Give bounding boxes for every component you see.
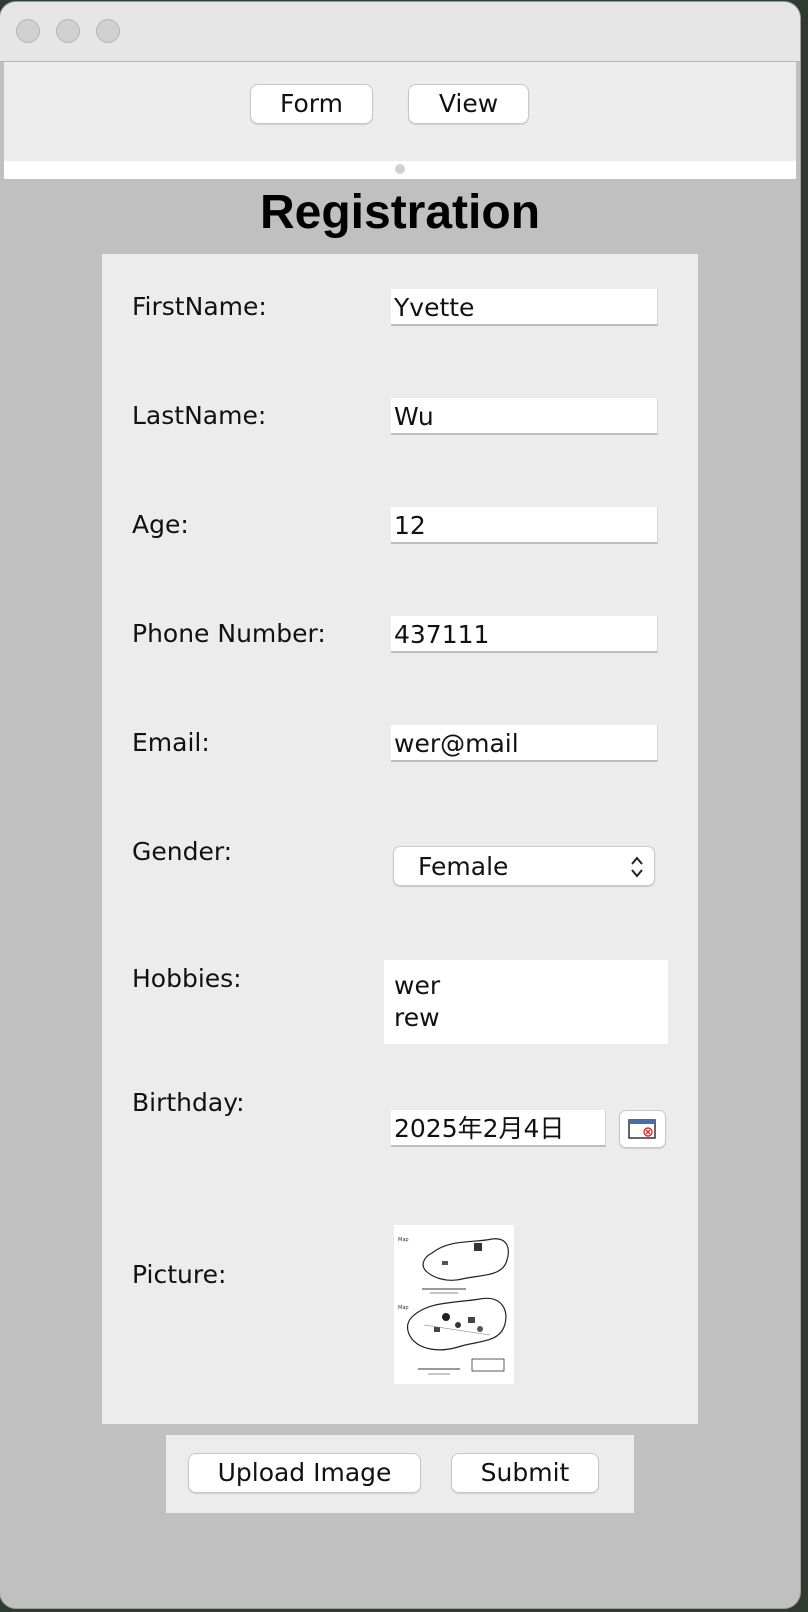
top-toolbar: Form View <box>4 62 796 161</box>
phone-field[interactable]: 437111 <box>391 616 658 653</box>
chevron-updown-icon <box>631 856 643 878</box>
action-bar: Upload Image Submit <box>166 1435 634 1513</box>
calendar-icon <box>628 1119 656 1139</box>
email-label: Email: <box>132 728 210 757</box>
gender-label: Gender: <box>132 837 233 866</box>
hobbies-label: Hobbies: <box>132 964 242 993</box>
phone-label: Phone Number: <box>132 619 326 648</box>
email-field[interactable]: wer@mail <box>391 725 658 762</box>
svg-text:Map: Map <box>398 1237 409 1243</box>
picture-preview: Map Map <box>394 1225 514 1384</box>
hobbies-line: wer <box>394 971 441 1000</box>
app-window: Form View Registration FirstName: Yvette… <box>0 2 800 1608</box>
gender-selected-value: Female <box>418 852 509 881</box>
hobbies-textarea[interactable]: wer rew <box>384 960 668 1044</box>
upload-image-button[interactable]: Upload Image <box>188 1453 421 1493</box>
hobbies-line: rew <box>394 1003 440 1032</box>
age-field[interactable]: 12 <box>391 507 658 544</box>
first-name-label: FirstName: <box>132 292 267 321</box>
submit-button[interactable]: Submit <box>451 1453 599 1493</box>
last-name-label: LastName: <box>132 401 267 430</box>
age-label: Age: <box>132 510 189 539</box>
form-panel: FirstName: Yvette LastName: Wu Age: 12 P… <box>102 254 698 1424</box>
view-button[interactable]: View <box>408 84 529 124</box>
last-name-field[interactable]: Wu <box>391 398 658 435</box>
birthday-field[interactable]: 2025年2月4日 <box>391 1110 606 1147</box>
first-name-field[interactable]: Yvette <box>391 289 658 326</box>
split-pane-divider[interactable] <box>4 161 796 179</box>
divider-grip <box>395 164 405 174</box>
form-button[interactable]: Form <box>250 84 373 124</box>
close-window-button[interactable] <box>16 19 40 43</box>
minimize-window-button[interactable] <box>56 19 80 43</box>
svg-text:Map: Map <box>398 1305 409 1311</box>
birthday-label: Birthday: <box>132 1088 245 1117</box>
gender-select[interactable]: Female <box>393 846 655 886</box>
zoom-window-button[interactable] <box>96 19 120 43</box>
page-title: Registration <box>259 186 541 239</box>
picture-label: Picture: <box>132 1260 227 1289</box>
calendar-button[interactable] <box>619 1110 666 1148</box>
map-thumbnail-image: Map Map <box>394 1225 514 1384</box>
title-bar <box>0 2 800 62</box>
registration-content: Registration FirstName: Yvette LastName:… <box>4 179 796 1608</box>
